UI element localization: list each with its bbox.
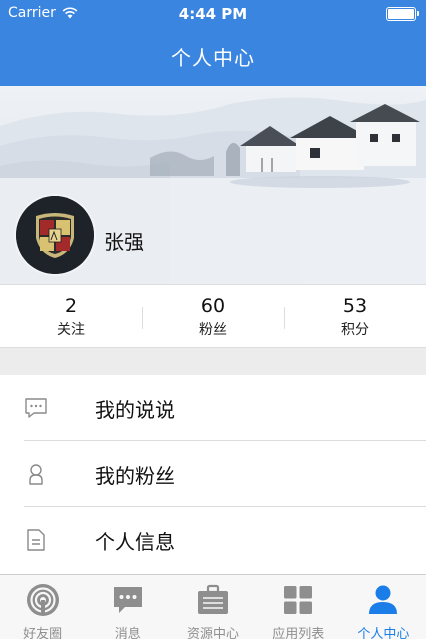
stats-bar: 2 关注 60 粉丝 53 积分 [0,284,426,348]
stat-label: 关注 [57,322,85,338]
tab-personal-center[interactable]: 个人中心 [341,575,426,639]
battery-icon [386,7,419,21]
tab-label: 消息 [114,627,141,639]
document-icon [27,529,45,551]
tab-label: 个人中心 [357,627,410,639]
menu-item-personal-info[interactable]: 个人信息 [0,507,426,573]
tab-messages[interactable]: 消息 [85,575,170,639]
username: 张强 [104,230,144,254]
menu-item-label: 我的粉丝 [95,463,175,488]
crest-logo-icon [16,196,94,274]
tab-label: 应用列表 [272,627,325,639]
briefcase-icon [198,584,228,614]
stat-value: 2 [64,295,78,317]
chat-bubble-icon [25,398,47,418]
tab-label: 好友圈 [23,627,63,639]
tab-label: 资源中心 [187,627,240,639]
tab-resource-center[interactable]: 资源中心 [170,575,255,639]
profile-banner: 张强 [0,86,426,284]
avatar[interactable] [16,196,94,274]
broadcast-icon [26,584,59,616]
page-title: 个人中心 [171,46,255,70]
stat-points[interactable]: 53 积分 [284,285,426,347]
user-icon [369,585,398,614]
stat-value: 53 [342,295,368,317]
menu-item-my-fans[interactable]: 我的粉丝 [0,441,426,507]
stat-followers[interactable]: 60 粉丝 [142,285,284,347]
tab-bar: 好友圈 消息 资源中心 应用列表 个人中心 [0,574,426,639]
message-icon [113,587,142,613]
profile-menu: 我的说说 我的粉丝 个人信息 [0,375,426,575]
stat-label: 粉丝 [199,322,227,338]
grid-icon [284,586,313,614]
navigation-header: Carrier 4:44 PM 个人中心 [0,0,426,86]
tab-friends-circle[interactable]: 好友圈 [0,575,85,639]
menu-item-label: 我的说说 [95,397,175,422]
tab-app-list[interactable]: 应用列表 [256,575,341,639]
menu-item-my-posts[interactable]: 我的说说 [0,375,426,441]
stat-value: 60 [200,295,226,317]
status-bar: Carrier 4:44 PM [0,0,426,28]
stat-label: 积分 [341,322,369,338]
person-icon [29,464,43,485]
status-time: 4:44 PM [178,5,248,23]
stat-following[interactable]: 2 关注 [0,285,142,347]
menu-item-label: 个人信息 [95,529,175,554]
